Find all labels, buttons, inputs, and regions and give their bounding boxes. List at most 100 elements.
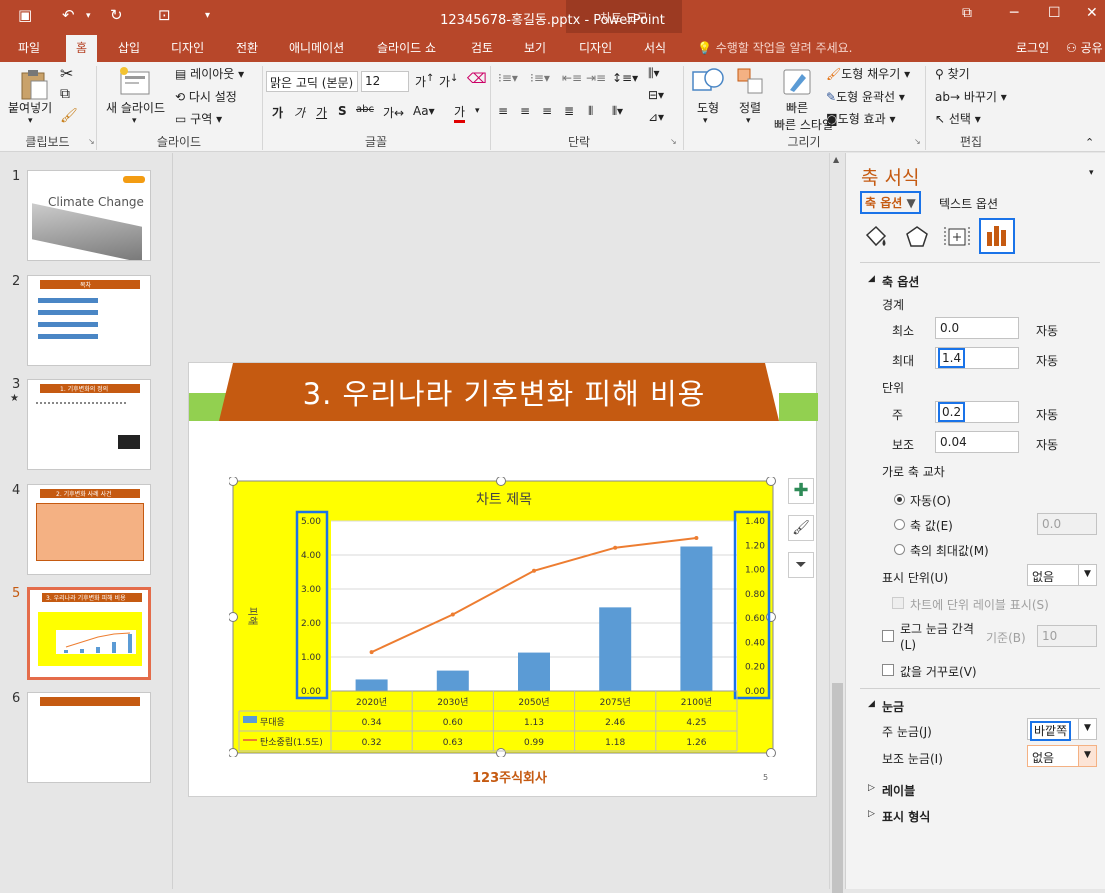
tab-chart-format[interactable]: 서식 bbox=[644, 39, 666, 56]
select-button[interactable]: ↖ 선택 ▾ bbox=[935, 110, 981, 127]
shape-fill-button[interactable]: 🖌도형 채우기 ▾ bbox=[826, 65, 910, 82]
radio-axis-max-label[interactable]: 축의 최대값(M) bbox=[910, 542, 989, 559]
paste-icon[interactable] bbox=[17, 68, 51, 102]
min-bound-input[interactable]: 0.0 bbox=[935, 317, 1019, 339]
min-auto-button[interactable]: 자동 bbox=[1036, 322, 1058, 339]
shapes-label[interactable]: 도형 bbox=[697, 99, 719, 116]
chart-elements-button[interactable]: ✚ bbox=[788, 478, 814, 504]
display-units-dropdown[interactable]: 없음 ▼ bbox=[1027, 564, 1097, 586]
align-right-icon[interactable]: ≡ bbox=[542, 104, 552, 118]
log-scale-checkbox[interactable] bbox=[882, 630, 894, 642]
minimize-icon[interactable]: ─ bbox=[1010, 5, 1018, 21]
tab-view[interactable]: 보기 bbox=[524, 39, 546, 56]
align-left-icon[interactable]: ≡ bbox=[498, 104, 508, 118]
slide-thumbnail-5[interactable]: 3. 우리나라 기후변화 피해 비용 bbox=[27, 587, 151, 680]
section-tick-marks[interactable]: 눈금 bbox=[882, 698, 904, 715]
reset-button[interactable]: ⟲ 다시 설정 bbox=[175, 88, 237, 105]
minor-tick-dropdown[interactable]: 없음 ▼ bbox=[1027, 745, 1097, 767]
scroll-thumb[interactable] bbox=[832, 683, 843, 893]
collapse-ribbon-icon[interactable]: ⌃ bbox=[1085, 136, 1094, 149]
new-slide-icon[interactable] bbox=[118, 66, 152, 98]
paste-dropdown-icon[interactable]: ▾ bbox=[28, 116, 33, 126]
section-labels[interactable]: 레이블 bbox=[882, 782, 915, 799]
axis-options-tab[interactable]: 축 옵션 ▼ bbox=[860, 191, 921, 214]
font-size-combo[interactable]: 12 bbox=[361, 71, 409, 92]
align-text-icon[interactable]: ⊟▾ bbox=[648, 88, 664, 102]
new-slide-label[interactable]: 새 슬라이드 bbox=[106, 99, 165, 116]
replace-button[interactable]: ab→ 바꾸기 ▾ bbox=[935, 88, 1007, 105]
cut-icon[interactable]: ✂ bbox=[60, 64, 73, 83]
shapes-dropdown-icon[interactable]: ▾ bbox=[703, 116, 708, 126]
slide-thumbnail-6[interactable] bbox=[27, 692, 151, 783]
chart-filters-button[interactable]: ⏷ bbox=[788, 552, 814, 578]
bullets-icon[interactable]: ⁝≡▾ bbox=[498, 71, 518, 85]
shape-outline-button[interactable]: ✎도형 윤곽선 ▾ bbox=[826, 88, 905, 105]
log-scale-label[interactable]: 로그 눈금 간격(L) bbox=[900, 621, 974, 653]
fill-line-icon[interactable] bbox=[862, 223, 890, 251]
radio-auto[interactable] bbox=[894, 494, 905, 505]
italic-icon[interactable]: 가 bbox=[294, 104, 305, 121]
shapes-icon[interactable] bbox=[690, 66, 726, 98]
arrange-icon[interactable] bbox=[735, 66, 767, 98]
justify-icon[interactable]: ≣ bbox=[564, 104, 574, 118]
paragraph-launcher-icon[interactable]: ↘ bbox=[670, 137, 677, 146]
paste-label[interactable]: 붙여넣기 bbox=[8, 99, 52, 116]
smartart-icon[interactable]: ⊿▾ bbox=[648, 110, 664, 124]
tab-design[interactable]: 디자인 bbox=[171, 39, 204, 56]
underline-icon[interactable]: 가 bbox=[316, 104, 327, 121]
slide-thumbnail-3[interactable]: 1. 기후변화의 정의 bbox=[27, 379, 151, 470]
clear-format-icon[interactable]: ⌫ bbox=[467, 71, 487, 87]
max-bound-input[interactable]: 1.4 bbox=[935, 347, 1019, 369]
tab-chart-design[interactable]: 디자인 bbox=[579, 39, 612, 56]
tab-insert[interactable]: 삽입 bbox=[118, 39, 140, 56]
change-case-icon[interactable]: Aa▾ bbox=[413, 104, 435, 118]
quick-styles-label-1[interactable]: 빠른 bbox=[786, 99, 808, 116]
signin-link[interactable]: 로그인 bbox=[1016, 39, 1049, 56]
tab-file[interactable]: 파일 bbox=[18, 39, 40, 56]
show-unit-label-checkbox[interactable] bbox=[892, 597, 904, 609]
maximize-icon[interactable]: ☐ bbox=[1048, 5, 1061, 21]
distributed-icon[interactable]: ⦀ bbox=[588, 104, 593, 119]
size-properties-icon[interactable] bbox=[943, 223, 971, 251]
arrange-label[interactable]: 정렬 bbox=[739, 99, 761, 116]
tell-me-box[interactable]: 💡 수행할 작업을 알려 주세요. bbox=[697, 39, 852, 56]
text-options-tab[interactable]: 텍스트 옵션 bbox=[939, 195, 998, 212]
chart[interactable]: 차트 제목 5.00 4.00 3.00 2.00 1.00 0.00 1.40 1.20 1.0… bbox=[229, 477, 779, 757]
layout-button[interactable]: ▤ 레이아웃 ▾ bbox=[175, 65, 244, 82]
clipboard-launcher-icon[interactable]: ↘ bbox=[88, 137, 95, 146]
log-base-input[interactable]: 10 bbox=[1037, 625, 1097, 647]
effects-pentagon-icon[interactable] bbox=[903, 223, 931, 251]
tab-transitions[interactable]: 전환 bbox=[236, 39, 258, 56]
slide-thumbnail-2[interactable]: 목차 bbox=[27, 275, 151, 366]
numbering-icon[interactable]: ⁝≡▾ bbox=[530, 71, 550, 85]
major-unit-auto-button[interactable]: 자동 bbox=[1036, 406, 1058, 423]
section-axis-options[interactable]: 축 옵션 bbox=[882, 273, 919, 290]
major-tick-dropdown[interactable]: 바깥쪽 ▼ bbox=[1027, 718, 1097, 741]
minor-unit-input[interactable]: 0.04 bbox=[935, 431, 1019, 453]
axis-value-input[interactable]: 0.0 bbox=[1037, 513, 1097, 535]
axis-options-icon-button[interactable] bbox=[979, 218, 1015, 254]
decrease-indent-icon[interactable]: ⇤≡ bbox=[562, 71, 582, 85]
share-button[interactable]: ⚇ 공유 bbox=[1066, 36, 1105, 58]
new-slide-dropdown-icon[interactable]: ▾ bbox=[132, 116, 137, 126]
collapse-axis-options-icon[interactable]: ◢ bbox=[868, 274, 875, 284]
collapse-tick-marks-icon[interactable]: ◢ bbox=[868, 699, 875, 709]
find-button[interactable]: ⚲ 찾기 bbox=[935, 65, 970, 82]
char-spacing-icon[interactable]: 가↔ bbox=[383, 104, 404, 121]
expand-number-icon[interactable]: ▷ bbox=[868, 809, 875, 819]
section-button[interactable]: ▭ 구역 ▾ bbox=[175, 110, 222, 127]
chart-styles-button[interactable]: 🖌 bbox=[788, 515, 814, 541]
font-name-combo[interactable]: 맑은 고딕 (본문) bbox=[266, 71, 358, 92]
bold-icon[interactable]: 가 bbox=[272, 104, 283, 121]
tab-animations[interactable]: 애니메이션 bbox=[289, 39, 344, 56]
grow-font-icon[interactable]: 가↑ bbox=[415, 73, 434, 90]
align-center-icon[interactable]: ≡ bbox=[520, 104, 530, 118]
copy-icon[interactable]: ⧉ bbox=[60, 86, 70, 102]
close-icon[interactable]: ✕ bbox=[1086, 5, 1098, 21]
shape-effects-button[interactable]: ◙도형 효과 ▾ bbox=[826, 110, 895, 127]
radio-axis-value-label[interactable]: 축 값(E) bbox=[910, 517, 953, 534]
reverse-order-checkbox[interactable] bbox=[882, 664, 894, 676]
arrange-dropdown-icon[interactable]: ▾ bbox=[746, 116, 751, 126]
format-painter-icon[interactable]: 🖌 bbox=[60, 108, 78, 124]
slide-thumbnail-1[interactable]: Climate Change bbox=[27, 170, 151, 261]
